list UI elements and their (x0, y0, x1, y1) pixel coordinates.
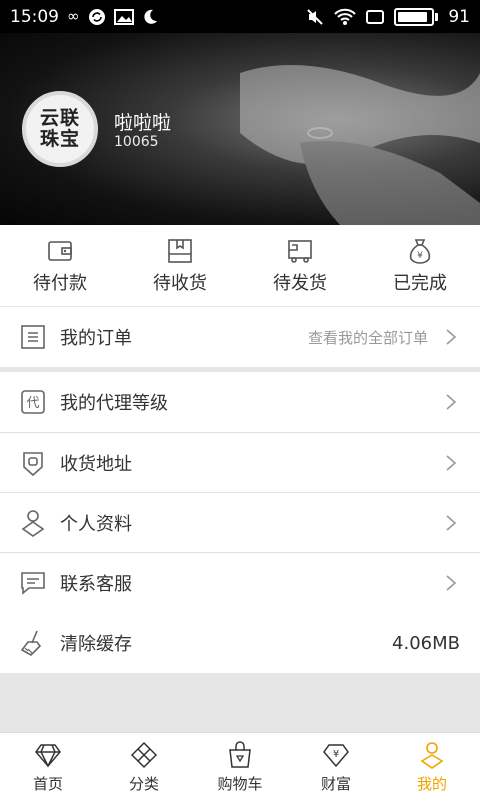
tab-cart-label: 购物车 (217, 774, 263, 793)
menu-item-label: 收货地址 (60, 454, 132, 475)
tab-wealth[interactable]: ¥ 财富 (288, 733, 384, 800)
order-pending-shipment-label: 待发货 (273, 272, 327, 294)
tab-mine-label: 我的 (416, 774, 447, 793)
chevron-right-icon (446, 329, 457, 345)
mute-icon (307, 8, 324, 25)
order-pending-receipt[interactable]: 待收货 (120, 225, 240, 306)
battery-icon (394, 7, 439, 26)
order-pending-shipment[interactable]: 待发货 (240, 225, 360, 306)
sync-icon (88, 8, 105, 25)
order-pending-receipt-label: 待收货 (153, 272, 207, 294)
tab-mine[interactable]: 我的 (384, 733, 480, 800)
truck-icon (288, 239, 312, 263)
money-bag-icon: ¥ (409, 238, 431, 264)
location-icon (23, 452, 43, 477)
agent-level-icon: 代 (21, 390, 45, 414)
bottom-tab-bar: 首页 分类 购物车 ¥ 财富 我的 (0, 732, 480, 800)
moon-icon (143, 9, 157, 24)
tab-category[interactable]: 分类 (96, 733, 192, 800)
cache-size-value: 4.06MB (392, 632, 460, 654)
list-icon (21, 325, 45, 349)
broom-icon (20, 630, 42, 656)
menu-item-label: 联系客服 (60, 574, 132, 595)
chevron-right-icon (446, 575, 457, 591)
clear-cache-label: 清除缓存 (60, 634, 132, 655)
chevron-right-icon (446, 455, 457, 471)
message-icon (21, 572, 45, 595)
image-icon (113, 8, 134, 25)
shopping-bag-icon (229, 740, 251, 768)
person-icon (21, 510, 45, 537)
menu-item-customer-service[interactable]: 联系客服 (0, 553, 480, 613)
screen-icon (366, 9, 385, 24)
tab-home[interactable]: 首页 (0, 733, 96, 800)
menu-item-address[interactable]: 收货地址 (0, 433, 480, 493)
diamond-icon (35, 743, 61, 768)
user-id: 10065 (114, 134, 159, 150)
chevron-right-icon (446, 394, 457, 410)
battery-level-text: 91 (448, 6, 470, 27)
order-pending-payment[interactable]: 待付款 (0, 225, 120, 306)
order-completed-label: 已完成 (393, 272, 447, 294)
clear-cache-row[interactable]: 清除缓存 4.06MB (0, 613, 480, 673)
view-all-orders-link[interactable]: 查看我的全部订单 (308, 327, 428, 348)
status-bar: 15:09 ∞ 91 (0, 0, 480, 33)
box-icon (168, 238, 192, 263)
chevron-right-icon (446, 515, 457, 531)
status-time: 15:09 (10, 6, 59, 27)
avatar-logo: 云联 珠宝 (39, 107, 80, 150)
order-status-bar: 待付款 待收货 待发货 ¥ 已完成 (0, 225, 480, 306)
menu-item-profile[interactable]: 个人资料 (0, 493, 480, 553)
infinity-icon: ∞ (67, 7, 80, 25)
tab-home-label: 首页 (32, 774, 63, 793)
tab-wealth-label: 财富 (320, 774, 351, 793)
tab-category-label: 分类 (128, 774, 159, 793)
svg-text:¥: ¥ (333, 749, 339, 760)
menu-item-label: 个人资料 (60, 514, 132, 535)
clover-icon (130, 741, 158, 768)
svg-text:代: 代 (26, 396, 39, 411)
wifi-icon (334, 8, 357, 25)
profile-header: 云联 珠宝 啦啦啦 10065 (0, 33, 480, 225)
yuan-diamond-icon: ¥ (323, 743, 349, 767)
my-orders-label: 我的订单 (60, 328, 132, 349)
my-orders-row[interactable]: 我的订单 查看我的全部订单 (0, 307, 480, 367)
user-icon (420, 741, 444, 769)
tab-cart[interactable]: 购物车 (192, 733, 288, 800)
header-background-image (240, 65, 480, 225)
user-name: 啦啦啦 (114, 112, 172, 134)
order-completed[interactable]: ¥ 已完成 (360, 225, 480, 306)
menu-item-agent-level[interactable]: 代 我的代理等级 (0, 372, 480, 432)
wallet-icon (48, 240, 72, 261)
menu-item-label: 我的代理等级 (60, 393, 168, 414)
avatar[interactable]: 云联 珠宝 (22, 91, 98, 167)
order-pending-payment-label: 待付款 (33, 272, 87, 294)
svg-text:¥: ¥ (417, 251, 423, 261)
